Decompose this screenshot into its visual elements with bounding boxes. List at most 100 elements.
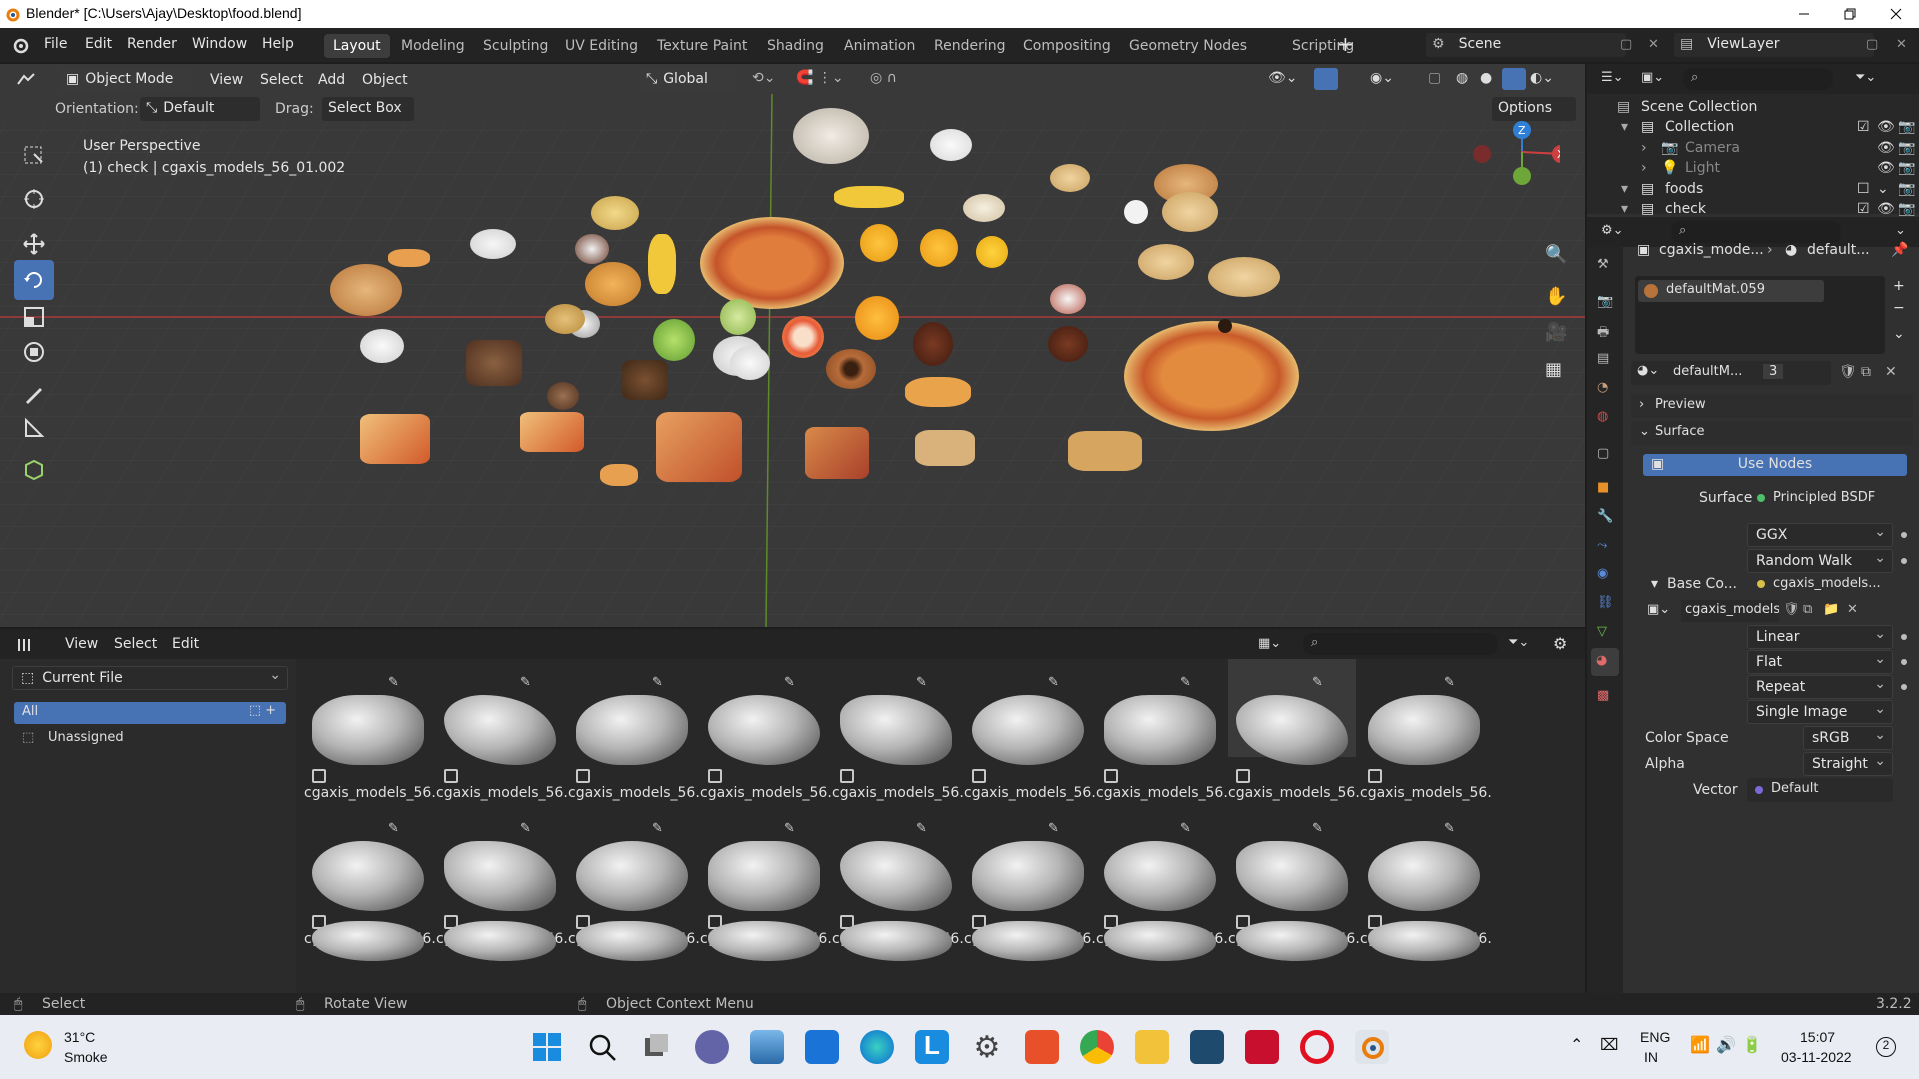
editor-type-icon[interactable]: [14, 70, 48, 90]
sandwich-object[interactable]: [1068, 431, 1142, 471]
filter-icon[interactable]: ⏷⌄: [1508, 635, 1529, 650]
pan-hand-icon[interactable]: ✋: [1545, 286, 1567, 307]
move-tool[interactable]: [14, 224, 54, 264]
tab-texture-paint[interactable]: Texture Paint: [648, 34, 756, 58]
expand-icon[interactable]: ▾: [1621, 119, 1628, 135]
edit-icon[interactable]: ✎: [1180, 675, 1191, 690]
lemon-object[interactable]: [976, 236, 1008, 268]
proportional-edit-icon[interactable]: ◎ ∩: [870, 70, 897, 86]
tab-rendering[interactable]: Rendering: [925, 34, 1015, 58]
tab-sculpting[interactable]: Sculpting: [474, 34, 557, 58]
rotate-tool[interactable]: [14, 260, 54, 300]
add-catalog-icon[interactable]: ⬚ +: [249, 703, 276, 718]
render-tab-icon[interactable]: 📷: [1597, 294, 1613, 309]
cake-object[interactable]: [470, 229, 516, 259]
transform-orientation-selector[interactable]: ⤡ Global: [640, 68, 736, 92]
transform-tool[interactable]: [14, 332, 54, 372]
particles-tab-icon[interactable]: ⤳: [1597, 538, 1607, 553]
data-tab-icon[interactable]: ▽: [1597, 624, 1607, 639]
asset-search-input[interactable]: ⌕: [1303, 633, 1498, 655]
mode-selector[interactable]: ▣ Object Mode: [60, 68, 192, 92]
windows-start-icon[interactable]: [530, 1030, 564, 1064]
zoom-icon[interactable]: 🔍: [1545, 244, 1567, 265]
fake-user-icon[interactable]: 🛡: [1839, 364, 1857, 380]
edit-icon[interactable]: ✎: [1444, 821, 1455, 836]
keyframe-dot[interactable]: [1901, 532, 1907, 538]
pivot-icon[interactable]: ⟲⌄: [752, 70, 775, 86]
texture-tab-icon[interactable]: ▩: [1597, 688, 1609, 703]
settings-gear-icon[interactable]: ⚙: [1553, 634, 1567, 653]
output-tab-icon[interactable]: 🖶: [1597, 323, 1609, 345]
outliner-item[interactable]: › 💡 Light 👁 📷: [1587, 160, 1919, 180]
modifier-tab-icon[interactable]: 🔧: [1597, 509, 1613, 524]
render-camera-icon[interactable]: 📷: [1898, 181, 1915, 197]
volume-icon[interactable]: 🔊: [1716, 1035, 1736, 1055]
network-off-icon[interactable]: ⌧: [1600, 1035, 1618, 1055]
render-camera-icon[interactable]: 📷: [1898, 201, 1915, 217]
cursor-tool[interactable]: [14, 179, 54, 219]
pizza-slice-object[interactable]: [656, 412, 742, 482]
fake-user-icon[interactable]: 🛡: [1783, 602, 1800, 617]
edit-icon[interactable]: ✎: [916, 675, 927, 690]
cake-object[interactable]: [360, 329, 404, 363]
open-image-icon[interactable]: 📁: [1823, 602, 1839, 617]
image-name-field[interactable]: cgaxis_models...: [1681, 600, 1779, 622]
object-tab-icon[interactable]: ■: [1597, 480, 1609, 495]
edit-icon[interactable]: ✎: [784, 821, 795, 836]
view-layer-new-icon[interactable]: ▢: [1866, 37, 1878, 52]
croissant-object[interactable]: [388, 249, 430, 267]
surface-shader-field[interactable]: Principled BSDF: [1747, 486, 1897, 510]
base-color-expand-icon[interactable]: ▾: [1651, 576, 1658, 592]
pizza-object[interactable]: [700, 217, 844, 309]
keyframe-dot[interactable]: [1901, 634, 1907, 640]
edit-icon[interactable]: ✎: [916, 821, 927, 836]
pie-object[interactable]: [330, 264, 402, 316]
keyframe-dot[interactable]: [1901, 659, 1907, 665]
outliner-search-input[interactable]: ⌕: [1683, 68, 1833, 90]
use-nodes-button[interactable]: ▣ Use Nodes: [1643, 454, 1907, 476]
edit-icon[interactable]: ✎: [1180, 821, 1191, 836]
lightshot-icon[interactable]: L: [915, 1030, 949, 1064]
cake-slice-object[interactable]: [547, 382, 579, 410]
slot-specials-icon[interactable]: ⌄: [1893, 326, 1905, 342]
expand-icon[interactable]: ▾: [1621, 181, 1628, 197]
muffin-object[interactable]: [913, 322, 953, 366]
view-layer-close-icon[interactable]: ✕: [1896, 37, 1907, 52]
scene-close-icon[interactable]: ✕: [1648, 37, 1659, 52]
brownie-object[interactable]: [466, 340, 522, 386]
render-camera-icon[interactable]: 📷: [1898, 140, 1915, 156]
unlink-material-icon[interactable]: ✕: [1885, 364, 1897, 380]
render-camera-icon[interactable]: 📷: [1898, 160, 1915, 176]
notification-badge[interactable]: 2: [1876, 1037, 1896, 1057]
scene-selector[interactable]: ⚙ Scene: [1426, 33, 1626, 57]
outliner-type-icon[interactable]: ☰⌄: [1601, 70, 1624, 85]
outliner-filter-icon[interactable]: ⏷⌄: [1855, 70, 1876, 85]
unlink-image-icon[interactable]: ✕: [1847, 602, 1858, 617]
tab-compositing[interactable]: Compositing: [1014, 34, 1120, 58]
edit-icon[interactable]: ✎: [1048, 821, 1059, 836]
tab-uv-editing[interactable]: UV Editing: [556, 34, 647, 58]
alpha-mode-dropdown[interactable]: Straight: [1803, 752, 1893, 776]
exclude-checkbox[interactable]: ☑: [1857, 119, 1870, 135]
edit-icon[interactable]: ✎: [388, 821, 399, 836]
edit-icon[interactable]: ✎: [652, 821, 663, 836]
keyframe-dot[interactable]: [1901, 684, 1907, 690]
catalog-all[interactable]: All ⬚ +: [14, 702, 286, 724]
bread-roll-object[interactable]: [905, 377, 971, 407]
weather-sun-icon[interactable]: [24, 1031, 52, 1059]
minimize-button[interactable]: [1781, 0, 1827, 28]
library-selector[interactable]: ⬚ Current File: [12, 666, 288, 690]
brownie-object[interactable]: [622, 360, 668, 400]
projection-dropdown[interactable]: Flat: [1747, 650, 1893, 674]
cinnamon-roll-object[interactable]: [585, 262, 641, 306]
drag-selector[interactable]: Select Box: [322, 97, 414, 121]
clock-date[interactable]: 03-11-2022: [1781, 1049, 1852, 1065]
viewport-menu-object[interactable]: Object: [362, 72, 408, 88]
tab-shading[interactable]: Shading: [758, 34, 833, 58]
pastry-object[interactable]: [1050, 164, 1090, 192]
outliner-item[interactable]: › 📷 Camera 👁 📷: [1587, 140, 1919, 160]
menu-help[interactable]: Help: [262, 36, 294, 52]
app-icon[interactable]: [1025, 1030, 1059, 1064]
bread-object[interactable]: [793, 108, 869, 164]
expand-icon[interactable]: ›: [1641, 160, 1647, 176]
